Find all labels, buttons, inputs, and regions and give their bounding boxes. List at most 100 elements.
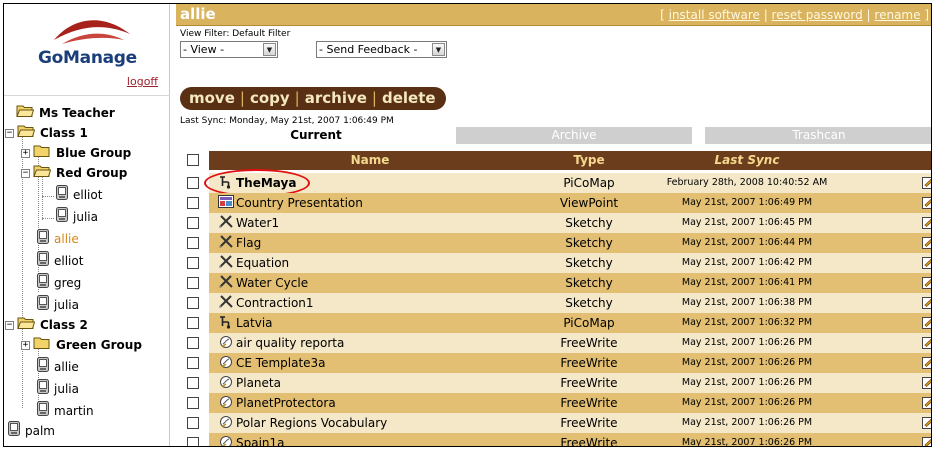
row-checkbox[interactable] (187, 237, 199, 249)
tree-node-label[interactable]: martin (54, 404, 94, 418)
column-type-header[interactable]: Type (531, 151, 647, 170)
view-select[interactable]: - View - ▼ (180, 41, 278, 58)
row-checkbox[interactable] (187, 297, 199, 309)
tree-node-label[interactable]: Class 2 (40, 318, 88, 332)
edit-icon[interactable] (922, 396, 931, 412)
tree-group-red-group[interactable]: − Red Group (21, 163, 127, 183)
tree-node-label[interactable]: allie (54, 232, 79, 246)
tree-node-label[interactable]: elliot (73, 188, 102, 202)
feedback-select[interactable]: - Send Feedback - ▼ (316, 41, 447, 58)
document-name[interactable]: Country Presentation (236, 196, 363, 210)
table-row[interactable]: Equation Sketchy May 21st, 2007 1:06:42 PM (176, 253, 931, 273)
table-row[interactable]: Water Cycle Sketchy May 21st, 2007 1:06:41… (176, 273, 931, 293)
rename-link[interactable]: rename (874, 8, 920, 22)
document-name[interactable]: air quality reporta (236, 336, 344, 350)
table-row[interactable]: Contraction1 Sketchy May 21st, 2007 1:06:3… (176, 293, 931, 313)
row-checkbox[interactable] (187, 337, 199, 349)
tree-device-martin[interactable]: martin (37, 401, 94, 421)
table-row[interactable]: TheMaya PiCoMap February 28th, 2008 10:40:… (176, 169, 931, 197)
row-checkbox[interactable] (187, 217, 199, 229)
edit-icon[interactable] (922, 276, 931, 292)
collapse-icon[interactable]: − (5, 129, 14, 138)
tree-device-greg[interactable]: greg (37, 273, 81, 293)
row-checkbox[interactable] (187, 177, 199, 189)
tree-node-label[interactable]: Class 1 (40, 126, 88, 140)
tab-archive[interactable]: Archive (456, 127, 692, 144)
row-checkbox[interactable] (187, 397, 199, 409)
collapse-icon[interactable]: − (5, 321, 14, 330)
copy-button[interactable]: copy (250, 89, 290, 107)
tree-node-label[interactable]: julia (54, 298, 79, 312)
tree-group-class-2[interactable]: − Class 2 (5, 315, 88, 335)
tree-node-label[interactable]: Ms Teacher (39, 106, 115, 120)
row-checkbox[interactable] (187, 437, 199, 446)
table-row[interactable]: CE Template3a FreeWrite May 21st, 2007 1:0… (176, 353, 931, 373)
tree-group-class-1[interactable]: − Class 1 (5, 123, 88, 143)
table-row[interactable]: air quality reporta FreeWrite May 21st, 20… (176, 333, 931, 353)
document-name[interactable]: CE Template3a (236, 356, 326, 370)
delete-button[interactable]: delete (382, 89, 436, 107)
chevron-down-icon[interactable]: ▼ (263, 43, 276, 56)
row-checkbox[interactable] (187, 377, 199, 389)
row-checkbox[interactable] (187, 277, 199, 289)
edit-icon[interactable] (922, 436, 931, 446)
document-name[interactable]: Planeta (236, 376, 281, 390)
tree-device-julia[interactable]: julia (56, 207, 98, 227)
document-name[interactable]: Water Cycle (236, 276, 308, 290)
table-row[interactable]: Latvia PiCoMap May 21st, 2007 1:06:32 PM (176, 313, 931, 333)
document-name[interactable]: Equation (236, 256, 289, 270)
row-checkbox[interactable] (187, 357, 199, 369)
row-checkbox[interactable] (187, 257, 199, 269)
edit-icon[interactable] (922, 356, 931, 372)
tree-device-allie[interactable]: allie (37, 229, 79, 249)
document-name[interactable]: Contraction1 (236, 296, 314, 310)
chevron-down-icon[interactable]: ▼ (432, 43, 445, 56)
table-row[interactable]: PlanetProtectora FreeWrite May 21st, 2007 … (176, 393, 931, 413)
row-checkbox[interactable] (187, 197, 199, 209)
edit-icon[interactable] (922, 256, 931, 272)
document-name[interactable]: Latvia (236, 316, 273, 330)
edit-icon[interactable] (922, 376, 931, 392)
expand-icon[interactable]: + (21, 149, 30, 158)
edit-icon[interactable] (922, 316, 931, 332)
tree-node-label[interactable]: Green Group (56, 338, 142, 352)
tree-device-julia[interactable]: julia (37, 295, 79, 315)
move-button[interactable]: move (189, 89, 235, 107)
table-row[interactable]: Water1 Sketchy May 21st, 2007 1:06:45 PM (176, 213, 931, 233)
tree-node-label[interactable]: Red Group (56, 166, 127, 180)
archive-button[interactable]: archive (305, 89, 367, 107)
tree-group-green-group[interactable]: + Green Group (21, 335, 142, 355)
tree-node-label[interactable]: allie (54, 360, 79, 374)
tree-node-label[interactable]: julia (54, 382, 79, 396)
expand-icon[interactable]: + (21, 341, 30, 350)
tree-device-julia[interactable]: julia (37, 379, 79, 399)
collapse-icon[interactable]: − (21, 169, 30, 178)
tree-node-label[interactable]: Blue Group (56, 146, 131, 160)
logoff-link[interactable]: logoff (127, 75, 158, 88)
tab-trashcan[interactable]: Trashcan (705, 127, 931, 144)
tree-node-label[interactable]: elliot (54, 254, 83, 268)
tree-device-elliot[interactable]: elliot (37, 251, 83, 271)
edit-icon[interactable] (922, 416, 931, 432)
table-row[interactable]: Flag Sketchy May 21st, 2007 1:06:44 PM (176, 233, 931, 253)
document-name[interactable]: Polar Regions Vocabulary (236, 416, 387, 430)
table-row[interactable]: Planeta FreeWrite May 21st, 2007 1:06:26 P… (176, 373, 931, 393)
tree-node-label[interactable]: greg (54, 276, 81, 290)
document-name[interactable]: Water1 (236, 216, 279, 230)
tab-current[interactable]: Current (176, 127, 456, 144)
edit-icon[interactable] (922, 296, 931, 312)
tree-device-palm[interactable]: palm (8, 421, 55, 441)
column-last-sync-header[interactable]: Last Sync (647, 151, 847, 170)
tree-group-ms-teacher[interactable]: Ms Teacher (16, 103, 115, 123)
tree-node-label[interactable]: julia (73, 210, 98, 224)
row-checkbox[interactable] (187, 417, 199, 429)
table-row[interactable]: Spain1a FreeWrite May 21st, 2007 1:06:26 P… (176, 433, 931, 446)
edit-icon[interactable] (922, 176, 931, 192)
document-name[interactable]: Flag (236, 236, 261, 250)
select-all-checkbox[interactable] (187, 154, 199, 166)
column-name-header[interactable]: Name (209, 151, 531, 170)
reset-password-link[interactable]: reset password (772, 8, 863, 22)
tree-group-blue-group[interactable]: + Blue Group (21, 143, 131, 163)
edit-icon[interactable] (922, 216, 931, 232)
edit-icon[interactable] (922, 196, 931, 212)
